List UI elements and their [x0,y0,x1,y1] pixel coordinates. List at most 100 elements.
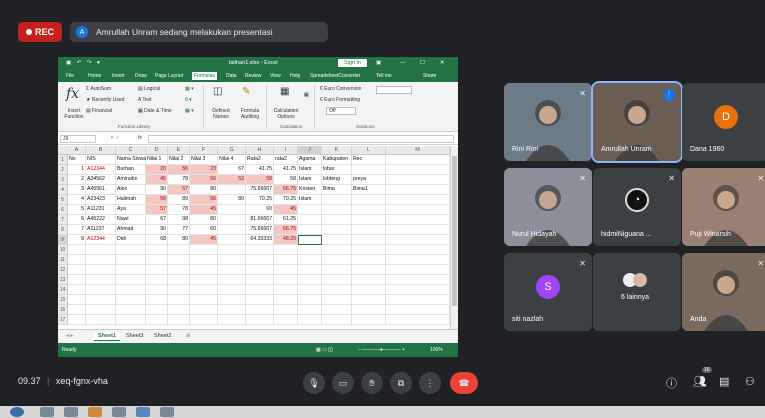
empty-cell[interactable] [86,245,116,255]
sheet-tab-sheet2[interactable]: Sheet2 [150,332,175,340]
insert-function-icon[interactable]: fx [66,86,79,102]
text-button[interactable]: A Text [138,97,152,103]
empty-cell[interactable] [322,285,352,295]
empty-cell[interactable] [146,295,168,305]
data-cell[interactable]: A11231 [86,205,116,215]
data-cell[interactable]: 81.66667 [246,215,274,225]
row-header[interactable]: 4 [58,185,68,195]
empty-cell[interactable] [322,315,352,325]
empty-cell[interactable] [68,295,86,305]
add-sheet-icon[interactable]: ⊕ [182,332,195,340]
row-header[interactable]: 10 [58,245,68,255]
chat-icon[interactable]: ▤ [719,375,729,388]
empty-cell[interactable] [168,245,190,255]
data-cell[interactable] [352,195,386,205]
empty-cell[interactable] [68,305,86,315]
data-cell[interactable]: Kristen [298,185,322,195]
data-cell[interactable]: 20 [146,165,168,175]
zoom-level[interactable]: 100% [430,347,443,353]
data-cell[interactable]: 56 [168,165,190,175]
data-cell[interactable] [322,195,352,205]
info-icon[interactable]: ⓘ [666,375,677,391]
empty-cell[interactable] [116,275,146,285]
data-cell[interactable]: 48.25 [274,235,298,245]
formula-auditing-label[interactable]: Formula Auditing [236,108,264,120]
header-cell[interactable]: Nilai 4 [218,155,246,165]
empty-cell[interactable] [168,255,190,265]
data-cell[interactable]: lobar [322,165,352,175]
data-cell[interactable]: 78 [168,175,190,185]
data-cell[interactable] [322,235,352,245]
data-cell[interactable]: 75.66667 [246,225,274,235]
header-cell[interactable]: NIS [86,155,116,165]
recording-indicator[interactable]: REC [18,22,62,42]
data-cell[interactable] [298,225,322,235]
empty-cell[interactable] [246,285,274,295]
taskbar-app-icon[interactable] [64,407,78,417]
column-header[interactable]: E [168,146,190,155]
empty-cell[interactable] [68,275,86,285]
activities-icon[interactable]: ⚇ [745,375,755,388]
empty-cell[interactable] [386,175,450,185]
calculation-options-label[interactable]: Calculation Options [270,108,302,120]
empty-cell[interactable] [168,295,190,305]
row-header[interactable]: 6 [58,205,68,215]
tab-page-layout[interactable]: Page Layout [155,73,183,79]
data-cell[interactable]: 56.75 [274,225,298,235]
empty-cell[interactable] [274,245,298,255]
empty-cell[interactable] [352,255,386,265]
data-cell[interactable]: 68 [146,235,168,245]
sheet-tab-sheet1[interactable]: Sheet1 [94,332,121,341]
math-icon[interactable]: θ ▾ [185,97,192,103]
empty-cell[interactable] [86,275,116,285]
empty-cell[interactable] [386,195,450,205]
tab-review[interactable]: Review [245,73,261,79]
data-cell[interactable]: 90 [146,185,168,195]
empty-cell[interactable] [352,315,386,325]
euro-select[interactable]: Off [326,107,356,115]
empty-cell[interactable] [274,315,298,325]
data-cell[interactable]: 56 [146,195,168,205]
data-cell[interactable]: 61.25 [274,215,298,225]
empty-cell[interactable] [386,225,450,235]
data-cell[interactable]: 1 [68,165,86,175]
data-cell[interactable]: Ahmad [116,225,146,235]
calculation-options-icon[interactable]: ▦ [280,86,289,97]
empty-cell[interactable] [86,305,116,315]
data-cell[interactable] [298,215,322,225]
data-cell[interactable]: Islam [298,195,322,205]
empty-cell[interactable] [218,255,246,265]
data-cell[interactable]: 8 [68,235,86,245]
participant-tile[interactable]: Ssiti nazlah ✕ [504,253,592,331]
formula-cancel-enter-icons[interactable]: ✕ ✓ [110,135,120,141]
empty-cell[interactable] [146,265,168,275]
data-cell[interactable]: 67 [146,215,168,225]
empty-cell[interactable] [146,315,168,325]
tab-insert[interactable]: Insert [112,73,125,79]
empty-cell[interactable] [86,295,116,305]
data-cell[interactable]: A23423 [86,195,116,205]
row-header[interactable]: 13 [58,275,68,285]
data-cell[interactable]: 45 [190,235,218,245]
empty-cell[interactable] [322,255,352,265]
empty-cell[interactable] [190,315,218,325]
end-call-icon[interactable]: ☎ [450,372,478,394]
data-cell[interactable] [352,215,386,225]
empty-cell[interactable] [386,235,450,245]
empty-cell[interactable] [218,305,246,315]
tab-home[interactable]: Home [88,73,101,79]
empty-cell[interactable] [218,315,246,325]
data-cell[interactable]: 45 [274,205,298,215]
empty-cell[interactable] [352,305,386,315]
empty-cell[interactable] [116,305,146,315]
empty-cell[interactable] [298,285,322,295]
mic-icon[interactable]: 🎙︎ [303,372,325,394]
empty-cell[interactable] [274,305,298,315]
data-cell[interactable]: 57 [146,205,168,215]
data-cell[interactable]: 70.25 [246,195,274,205]
row-header[interactable]: 3 [58,175,68,185]
data-cell[interactable] [218,235,246,245]
row-header[interactable]: 9 [58,235,68,245]
tab-view[interactable]: View [270,73,281,79]
data-cell[interactable]: A45561 [86,185,116,195]
